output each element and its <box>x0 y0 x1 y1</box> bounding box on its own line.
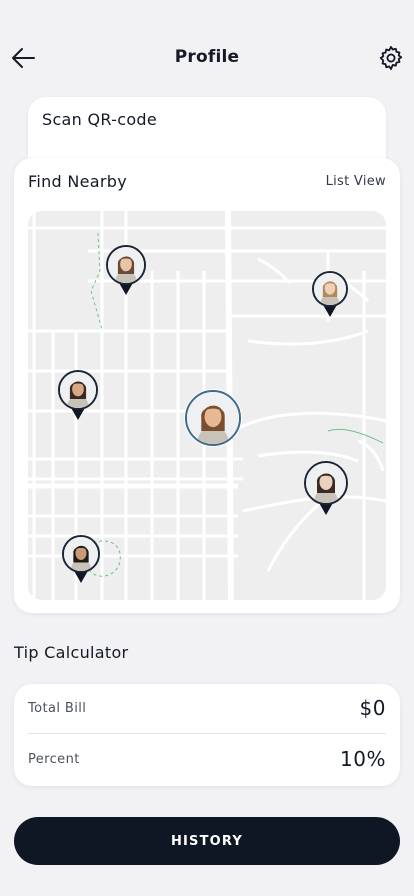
find-nearby-card: Find Nearby List View <box>14 158 400 613</box>
map-pin-man-dark-hair[interactable] <box>62 535 100 585</box>
page-title: Profile <box>174 47 240 67</box>
tip-calculator-title: Tip Calculator <box>14 643 129 662</box>
map-pin-woman-long-hair[interactable] <box>106 245 146 297</box>
map-pin-man-short-hair[interactable] <box>304 461 348 517</box>
settings-button[interactable] <box>378 45 404 71</box>
nearby-map[interactable] <box>28 211 386 600</box>
percent-row[interactable]: Percent 10% <box>28 735 386 785</box>
avatar <box>185 390 241 446</box>
total-bill-label: Total Bill <box>28 701 87 716</box>
avatar <box>58 370 98 410</box>
avatar <box>62 535 100 573</box>
map-pin-woman-blonde[interactable] <box>312 271 348 319</box>
avatar <box>312 271 348 307</box>
total-bill-value[interactable]: $0 <box>360 696 386 720</box>
find-nearby-title: Find Nearby <box>28 172 127 191</box>
percent-value[interactable]: 10% <box>340 747 386 771</box>
map-pin-current-user[interactable] <box>185 390 241 458</box>
map-pin-man-smiling[interactable] <box>58 370 98 422</box>
avatar <box>304 461 348 505</box>
percent-label: Percent <box>28 752 80 767</box>
scan-qr-label: Scan QR-code <box>42 110 158 129</box>
gear-icon <box>379 46 403 70</box>
list-view-link[interactable]: List View <box>326 174 386 189</box>
total-bill-row[interactable]: Total Bill $0 <box>28 684 386 734</box>
tip-calculator-card: Total Bill $0 Percent 10% <box>14 684 400 786</box>
history-button[interactable]: HISTORY <box>14 817 400 865</box>
avatar <box>106 245 146 285</box>
